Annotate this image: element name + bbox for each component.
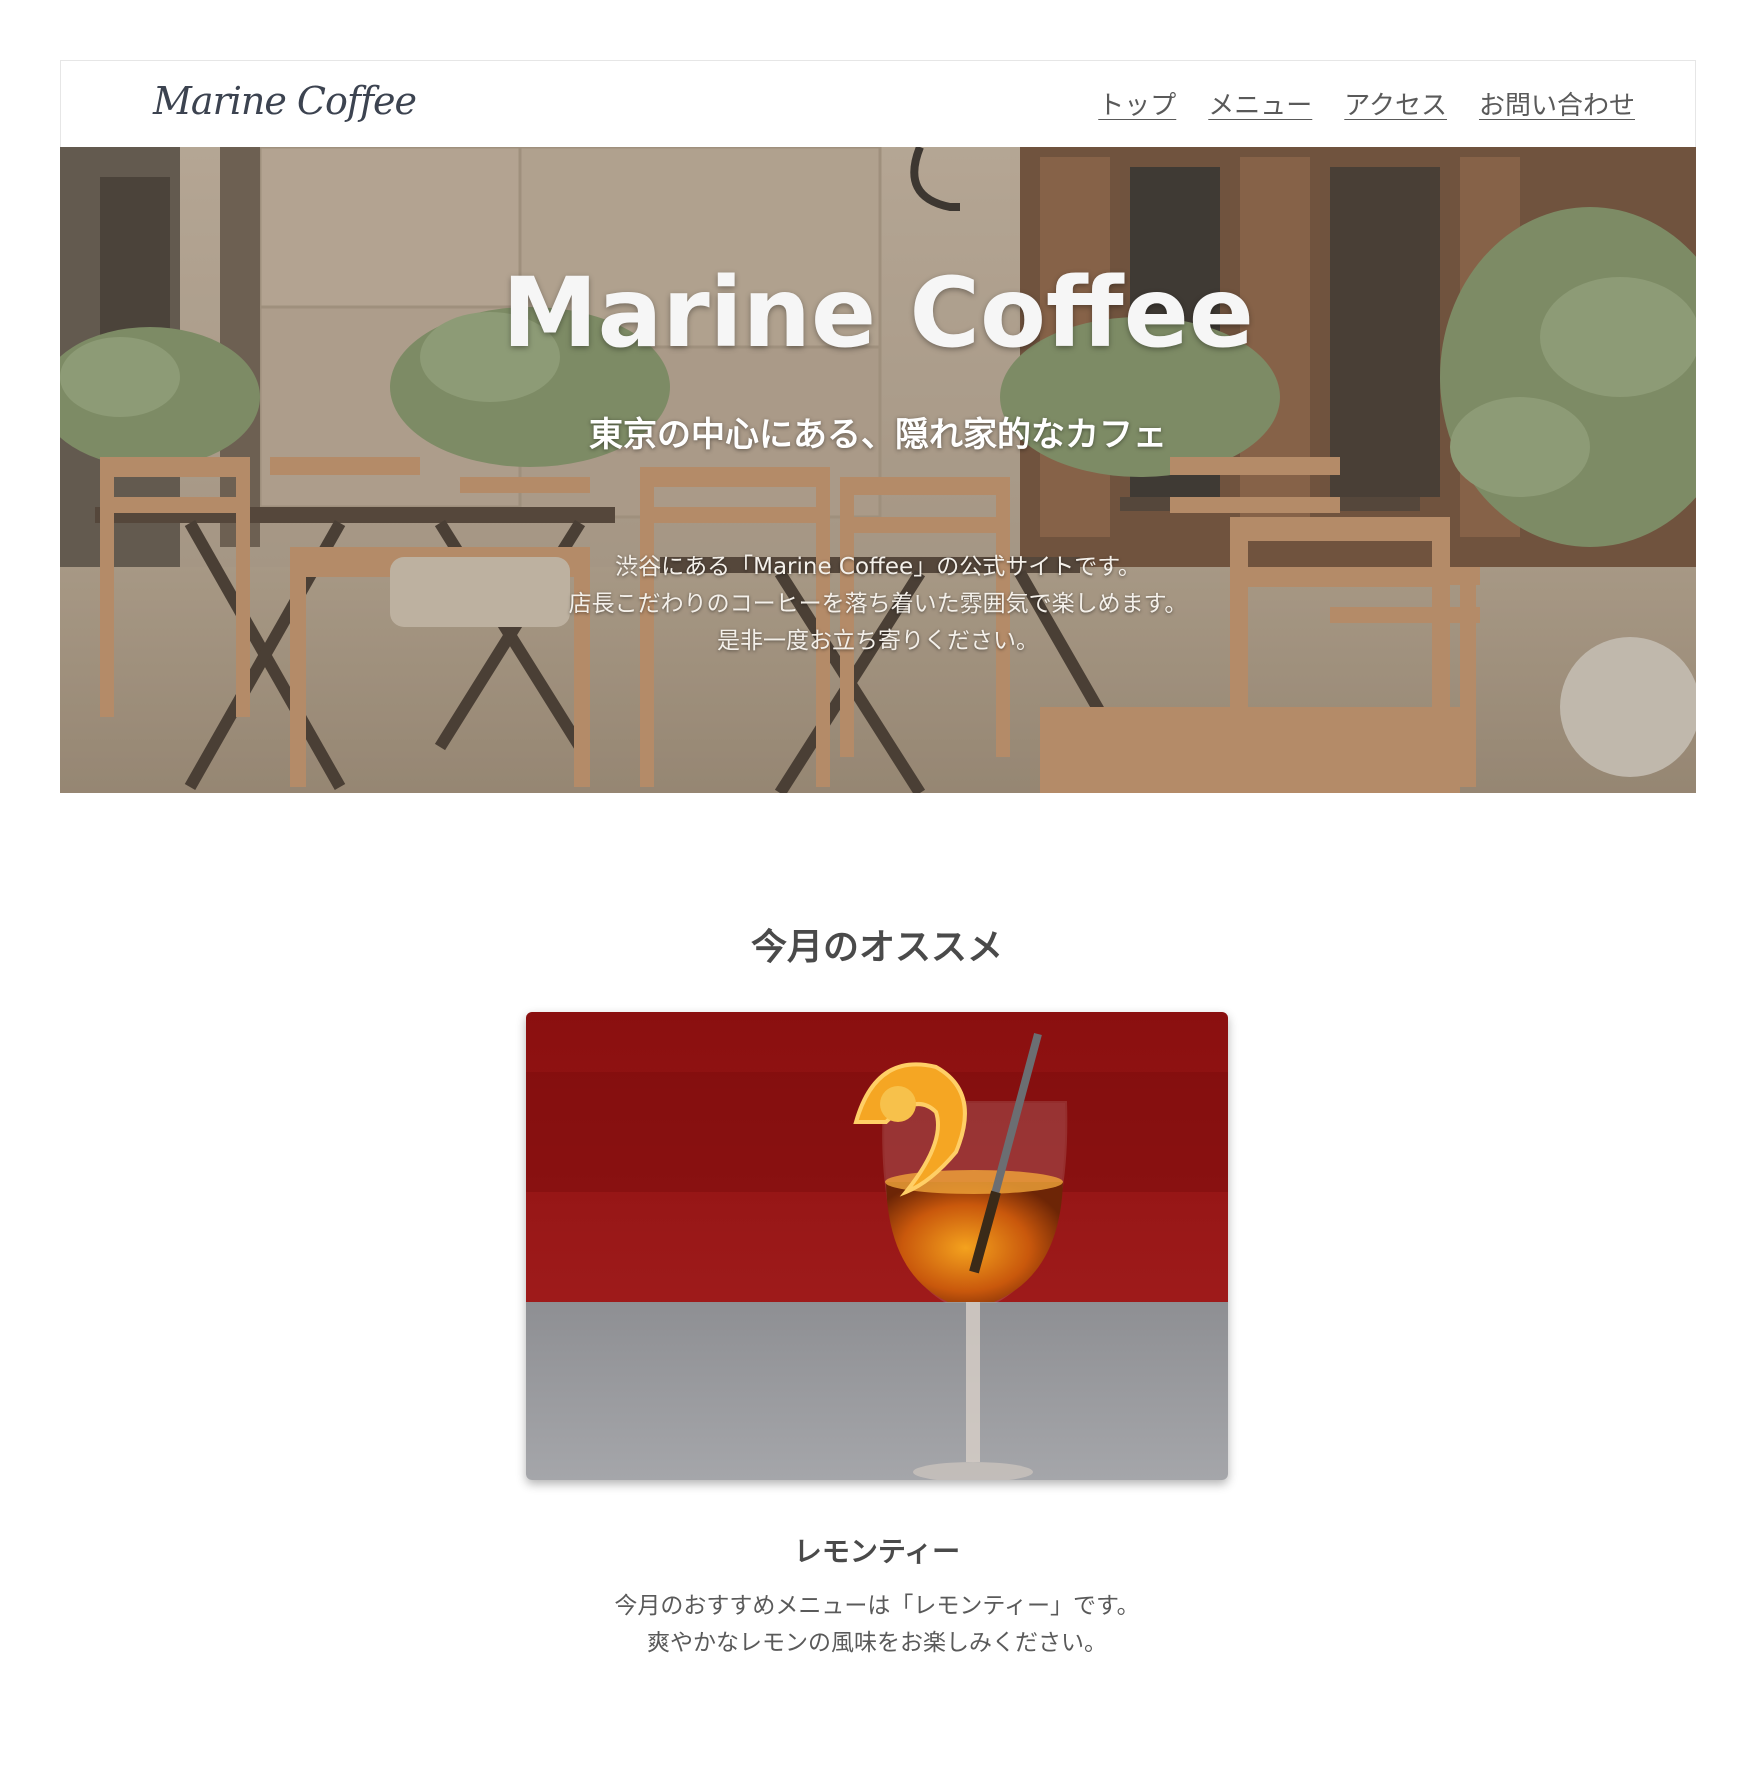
main-nav: トップ メニュー アクセス お問い合わせ bbox=[1098, 85, 1635, 122]
hero-subtitle: 東京の中心にある、隠れ家的なカフェ bbox=[589, 415, 1167, 455]
recommend-item-description: 今月のおすすめメニューは「レモンティー」です。 爽やかなレモンの風味をお楽しみく… bbox=[0, 1588, 1754, 1662]
page-frame: Marine Coffee トップ メニュー アクセス お問い合わせ Marin… bbox=[60, 60, 1696, 793]
recommend-description-line: 今月のおすすめメニューは「レモンティー」です。 bbox=[614, 1593, 1140, 1619]
hero-description: 渋谷にある「Marine Coffee」の公式サイトです。 店長こだわりのコーヒ… bbox=[60, 549, 1696, 660]
recommend-item-name: レモンティー bbox=[793, 1535, 961, 1568]
site-logo[interactable]: Marine Coffee bbox=[153, 79, 417, 123]
nav-link-top[interactable]: トップ bbox=[1098, 85, 1176, 122]
hero-title: Marine Coffee bbox=[502, 257, 1254, 369]
nav-link-access[interactable]: アクセス bbox=[1344, 85, 1447, 122]
hero-description-line: 渋谷にある「Marine Coffee」の公式サイトです。 bbox=[615, 554, 1141, 580]
hero-description-line: 店長こだわりのコーヒーを落ち着いた雰囲気で楽しめます。 bbox=[568, 591, 1188, 617]
lemon-tea-photo bbox=[526, 1012, 1228, 1480]
recommend-description-line: 爽やかなレモンの風味をお楽しみください。 bbox=[647, 1630, 1107, 1656]
site-header: Marine Coffee トップ メニュー アクセス お問い合わせ bbox=[60, 60, 1696, 147]
nav-link-menu[interactable]: メニュー bbox=[1208, 85, 1312, 122]
hero-section: Marine Coffee 東京の中心にある、隠れ家的なカフェ 渋谷にある「Ma… bbox=[60, 147, 1696, 793]
lemon-tea-image bbox=[526, 1012, 1228, 1480]
recommend-section-title: 今月のオススメ bbox=[750, 927, 1003, 968]
hero-description-line: 是非一度お立ち寄りください。 bbox=[717, 628, 1039, 654]
hero-overlay bbox=[60, 147, 1696, 793]
nav-link-contact[interactable]: お問い合わせ bbox=[1479, 85, 1635, 122]
